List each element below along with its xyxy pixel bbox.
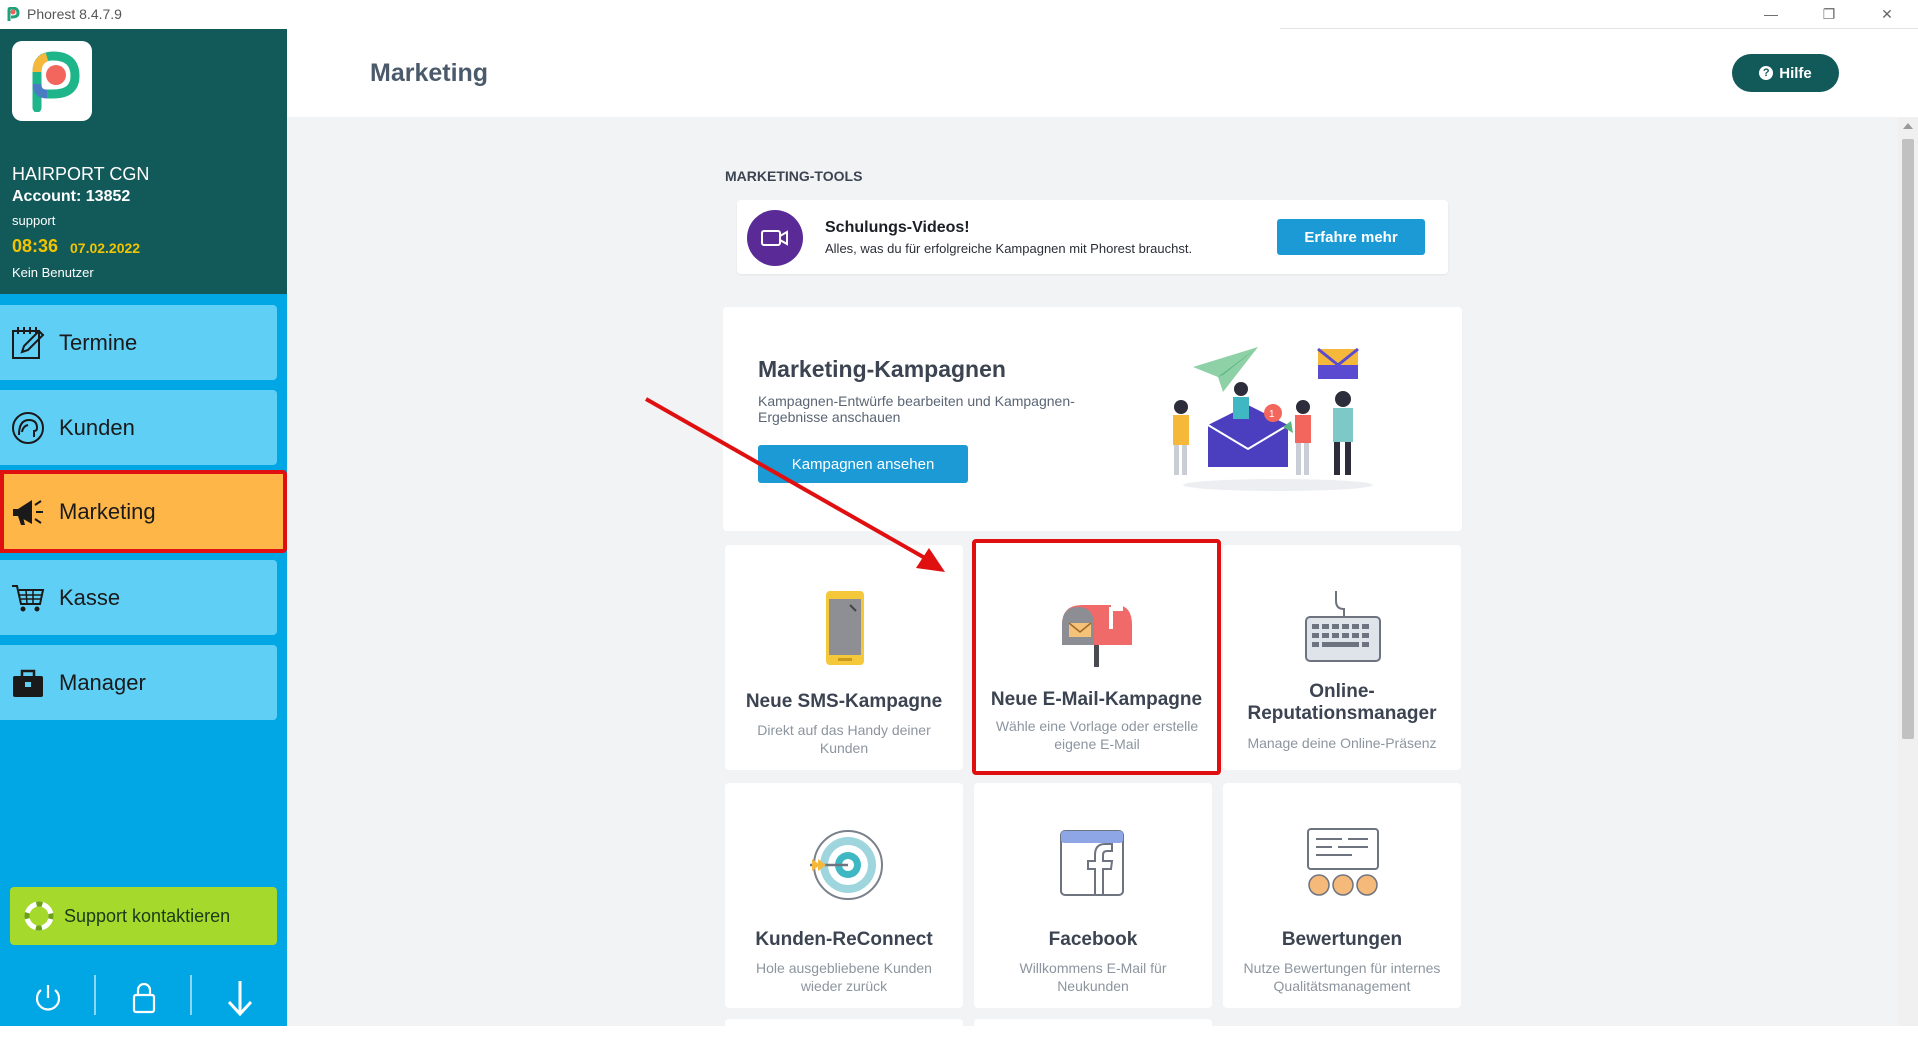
tile-partial[interactable] <box>974 1019 1212 1039</box>
download-button[interactable] <box>192 969 287 1026</box>
scrollbar-thumb[interactable] <box>1902 139 1914 739</box>
nav-item-kasse[interactable]: Kasse <box>0 560 277 635</box>
svg-text:1: 1 <box>1269 409 1275 420</box>
tile-title: Neue E-Mail-Kampagne <box>990 689 1203 710</box>
campaigns-title: Marketing-Kampagnen <box>758 356 1006 382</box>
nav-label: Kasse <box>59 584 121 610</box>
account-panel: HAIRPORT CGN Account: 13852 support 08:3… <box>0 29 287 294</box>
power-button[interactable] <box>0 969 95 1026</box>
help-label: Hilfe <box>1779 64 1812 82</box>
window-title: Phorest 8.4.7.9 <box>27 6 122 22</box>
nav-label: Manager <box>59 669 146 695</box>
tile-reviews[interactable]: Bewertungen Nutze Bewertungen für intern… <box>1223 783 1461 1008</box>
nav-item-kunden[interactable]: Kunden <box>0 390 277 465</box>
tile-title: Kunden-ReConnect <box>755 929 933 950</box>
reviews-icon <box>1307 828 1379 896</box>
facebook-icon <box>1060 830 1124 896</box>
tile-title: Bewertungen <box>1281 929 1403 950</box>
logged-user-status: Kein Benutzer <box>12 265 94 280</box>
sidebar: HAIRPORT CGN Account: 13852 support 08:3… <box>0 29 287 1026</box>
lifebuoy-icon <box>24 901 54 931</box>
nav-label: Termine <box>59 329 138 355</box>
briefcase-icon <box>13 669 43 697</box>
account-user: support <box>12 213 56 228</box>
tile-subtitle: Direkt auf das Handy deiner Kunden <box>757 722 931 756</box>
tile-subtitle: Manage deine Online-Präsenz <box>1247 735 1437 751</box>
main-content: Marketing ? Hilfe MARKETING-TOOLS Schulu… <box>287 29 1918 1039</box>
power-icon <box>35 984 60 1011</box>
tile-partial[interactable] <box>725 1019 963 1039</box>
salon-name: HAIRPORT CGN <box>12 164 150 184</box>
maximize-button[interactable]: ❐ <box>1806 0 1852 28</box>
clock-date: 07.02.2022 <box>70 240 141 256</box>
page-header: Marketing ? Hilfe <box>287 29 1918 117</box>
tile-subtitle: Willkommens E-Mail für Neukunden <box>1019 960 1167 994</box>
tile-subtitle: Nutze Bewertungen für internes Qualitäts… <box>1243 960 1441 994</box>
video-camera-icon <box>747 210 803 266</box>
lock-button[interactable] <box>96 969 191 1026</box>
tile-new-sms-campaign[interactable]: Neue SMS-Kampagne Direkt auf das Handy d… <box>725 545 963 770</box>
tile-subtitle: Wähle eine Vorlage oder erstelle eigene … <box>995 718 1199 752</box>
phorest-logo <box>12 41 92 121</box>
campaign-illustration: 1 <box>1173 347 1373 491</box>
close-button[interactable]: ✕ <box>1864 0 1910 28</box>
tile-customer-reconnect[interactable]: Kunden-ReConnect Hole ausgebliebene Kund… <box>725 783 963 1008</box>
campaigns-subtitle: Kampagnen-Entwürfe bearbeiten und Kampag… <box>758 393 1075 425</box>
tile-facebook[interactable]: Facebook Willkommens E-Mail für Neukunde… <box>974 783 1212 1008</box>
support-label: Support kontaktieren <box>64 905 231 926</box>
help-button[interactable]: ? Hilfe <box>1732 54 1839 92</box>
customer-head-icon <box>12 411 44 444</box>
calendar-edit-icon <box>12 326 45 359</box>
phorest-logo-icon <box>7 7 20 21</box>
window-titlebar: Phorest 8.4.7.9 — ❐ ✕ <box>0 0 1918 29</box>
tile-title: Facebook <box>1048 929 1138 950</box>
scroll-up-icon[interactable] <box>1903 123 1913 129</box>
nav-label: Marketing <box>59 498 156 524</box>
arrow-down-icon <box>227 980 252 1016</box>
nav-item-termine[interactable]: Termine <box>0 305 277 380</box>
support-contact-button[interactable]: Support kontaktieren <box>10 887 277 945</box>
page-title: Marketing <box>370 59 489 87</box>
clock-time: 08:36 <box>12 236 59 256</box>
training-subtitle: Alles, was du für erfolgreiche Kampagnen… <box>825 241 1193 256</box>
bottom-toolbar <box>0 969 287 1026</box>
question-icon: ? <box>1759 66 1774 80</box>
marketing-campaigns-card: Marketing-Kampagnen Kampagnen-Entwürfe b… <box>723 307 1462 531</box>
tile-online-reputation-manager[interactable]: Online- Reputationsmanager Manage deine … <box>1223 545 1461 770</box>
phone-icon <box>826 591 864 665</box>
target-icon <box>810 830 883 900</box>
tile-title: Neue SMS-Kampagne <box>745 691 943 712</box>
cart-icon <box>12 584 45 611</box>
lock-icon <box>132 982 155 1013</box>
nav-label: Kunden <box>59 414 135 440</box>
tile-new-email-campaign[interactable]: Neue E-Mail-Kampagne Wähle eine Vorlage … <box>972 539 1221 775</box>
nav-item-manager[interactable]: Manager <box>0 645 277 720</box>
tile-subtitle: Hole ausgebliebene Kunden wieder zurück <box>756 960 932 994</box>
account-number: Account: 13852 <box>12 188 131 205</box>
vertical-scrollbar[interactable] <box>1898 117 1918 1026</box>
training-videos-card: Schulungs-Videos! Alles, was du für erfo… <box>737 200 1448 274</box>
phorest-logo-icon <box>32 51 80 112</box>
megaphone-icon <box>13 499 43 525</box>
nav-item-marketing[interactable]: Marketing <box>0 470 287 553</box>
minimize-button[interactable]: — <box>1748 0 1794 28</box>
learn-more-button[interactable]: Erfahre mehr <box>1277 219 1425 255</box>
training-title: Schulungs-Videos! <box>825 219 970 236</box>
view-campaigns-button[interactable]: Kampagnen ansehen <box>758 445 968 483</box>
section-label: MARKETING-TOOLS <box>725 168 863 184</box>
tile-title-line: Reputationsmanager <box>1247 703 1437 724</box>
mailbox-icon <box>1062 603 1132 667</box>
keyboard-icon <box>1305 591 1381 662</box>
tile-title: Online- Reputationsmanager <box>1223 681 1461 725</box>
tile-title-line: Online- <box>1309 681 1375 702</box>
